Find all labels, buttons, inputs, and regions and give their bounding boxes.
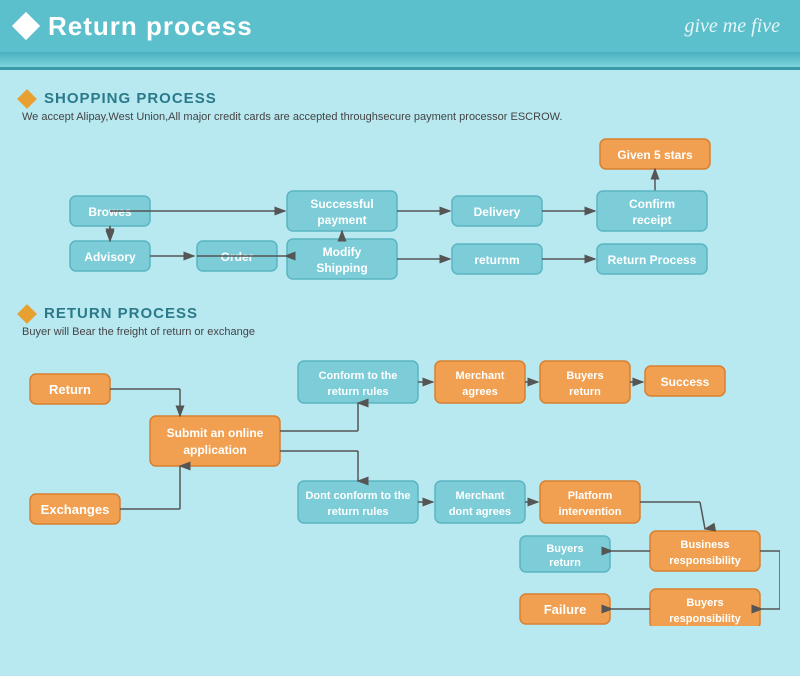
- given-5-stars-label: Given 5 stars: [617, 148, 693, 162]
- brand-text: give me five: [685, 15, 781, 38]
- svg-text:Shipping: Shipping: [316, 261, 367, 275]
- svg-text:Confirm: Confirm: [629, 197, 675, 211]
- return-description: Buyer will Bear the freight of return or…: [22, 326, 780, 338]
- svg-text:payment: payment: [317, 213, 366, 227]
- return-section-title: RETURN PROCESS: [44, 305, 198, 322]
- svg-text:Return Process: Return Process: [608, 253, 697, 267]
- svg-text:return: return: [549, 557, 581, 569]
- page-title: Return process: [48, 11, 253, 42]
- svg-text:Delivery: Delivery: [474, 205, 521, 219]
- return-section-header: RETURN PROCESS: [20, 305, 780, 322]
- svg-text:Buyers: Buyers: [566, 370, 603, 382]
- svg-text:Conform to the: Conform to the: [319, 370, 398, 382]
- svg-text:Successful: Successful: [310, 197, 373, 211]
- svg-text:Modify: Modify: [323, 245, 362, 259]
- svg-text:Exchanges: Exchanges: [41, 502, 110, 517]
- ribbon-decoration: [0, 52, 800, 70]
- svg-text:Buyers: Buyers: [686, 597, 723, 609]
- shopping-section-title: SHOPPING PROCESS: [44, 90, 217, 107]
- svg-text:agrees: agrees: [462, 386, 497, 398]
- svg-text:receipt: receipt: [632, 213, 671, 227]
- svg-text:return rules: return rules: [327, 386, 388, 398]
- section-diamond-return: [17, 304, 37, 324]
- svg-text:Return: Return: [49, 382, 91, 397]
- svg-text:Dont conform to the: Dont conform to the: [305, 490, 410, 502]
- svg-text:responsibility: responsibility: [669, 555, 741, 567]
- svg-text:Submit an online: Submit an online: [167, 426, 264, 440]
- svg-text:Business: Business: [681, 539, 730, 551]
- main-content: SHOPPING PROCESS We accept Alipay,West U…: [0, 70, 800, 638]
- svg-text:Advisory: Advisory: [84, 250, 136, 264]
- svg-text:intervention: intervention: [559, 506, 622, 518]
- svg-text:Browes: Browes: [88, 205, 132, 219]
- svg-text:Merchant: Merchant: [456, 370, 505, 382]
- svg-text:responsibility: responsibility: [669, 613, 741, 625]
- svg-text:Buyers: Buyers: [546, 543, 583, 555]
- svg-text:returnm: returnm: [474, 253, 519, 267]
- svg-text:Order: Order: [221, 250, 254, 264]
- shopping-section-header: SHOPPING PROCESS: [20, 90, 780, 107]
- svg-text:Merchant: Merchant: [456, 490, 505, 502]
- svg-text:Platform: Platform: [568, 490, 613, 502]
- svg-text:dont agrees: dont agrees: [449, 506, 511, 518]
- svg-text:Failure: Failure: [544, 602, 587, 617]
- page-header: Return process give me five: [0, 0, 800, 52]
- section-diamond-shopping: [17, 89, 37, 109]
- shopping-description: We accept Alipay,West Union,All major cr…: [22, 111, 780, 123]
- svg-text:return: return: [569, 386, 601, 398]
- return-flow-diagram: Return Exchanges Submit an online applic…: [20, 346, 780, 626]
- svg-text:Success: Success: [661, 375, 710, 389]
- header-diamond: [12, 12, 40, 40]
- svg-text:return rules: return rules: [327, 506, 388, 518]
- svg-text:application: application: [183, 443, 246, 457]
- shopping-flow-diagram: Given 5 stars Browes Successful payment …: [20, 131, 780, 301]
